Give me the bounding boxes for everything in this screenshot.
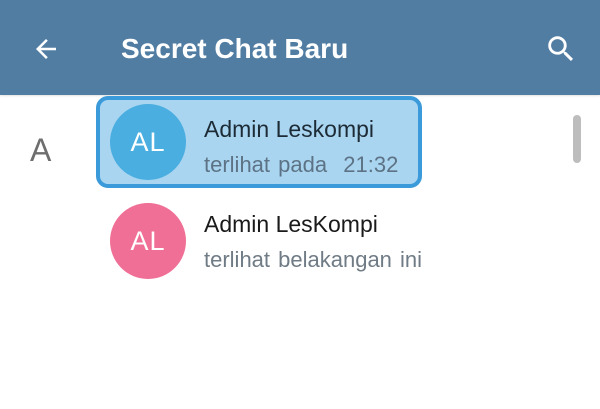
avatar-initials: AL [130, 126, 166, 157]
page-title: Secret Chat Baru [121, 33, 349, 64]
contact-item-admin-leskompi-2[interactable]: AL Admin LesKompi terlihat belakangan in… [96, 195, 422, 287]
avatar-initials: AL [130, 225, 166, 256]
contact-status: terlihat belakangan ini [204, 247, 423, 272]
arrow-left-icon [36, 39, 56, 59]
contact-status: terlihat pada 21:32 [204, 152, 399, 177]
search-button[interactable] [536, 24, 586, 74]
contact-name: Admin Leskompi [204, 116, 375, 142]
back-button[interactable] [18, 27, 74, 71]
avatar: AL [110, 203, 186, 279]
scrollbar[interactable] [573, 115, 581, 163]
contact-item-admin-leskompi[interactable]: AL Admin Leskompi terlihat pada 21:32 [96, 96, 422, 188]
section-letter: A [30, 132, 52, 168]
search-icon [548, 36, 574, 62]
app-bar: Secret Chat Baru [0, 0, 600, 95]
contact-name: Admin LesKompi [204, 211, 378, 237]
avatar: AL [110, 104, 186, 180]
